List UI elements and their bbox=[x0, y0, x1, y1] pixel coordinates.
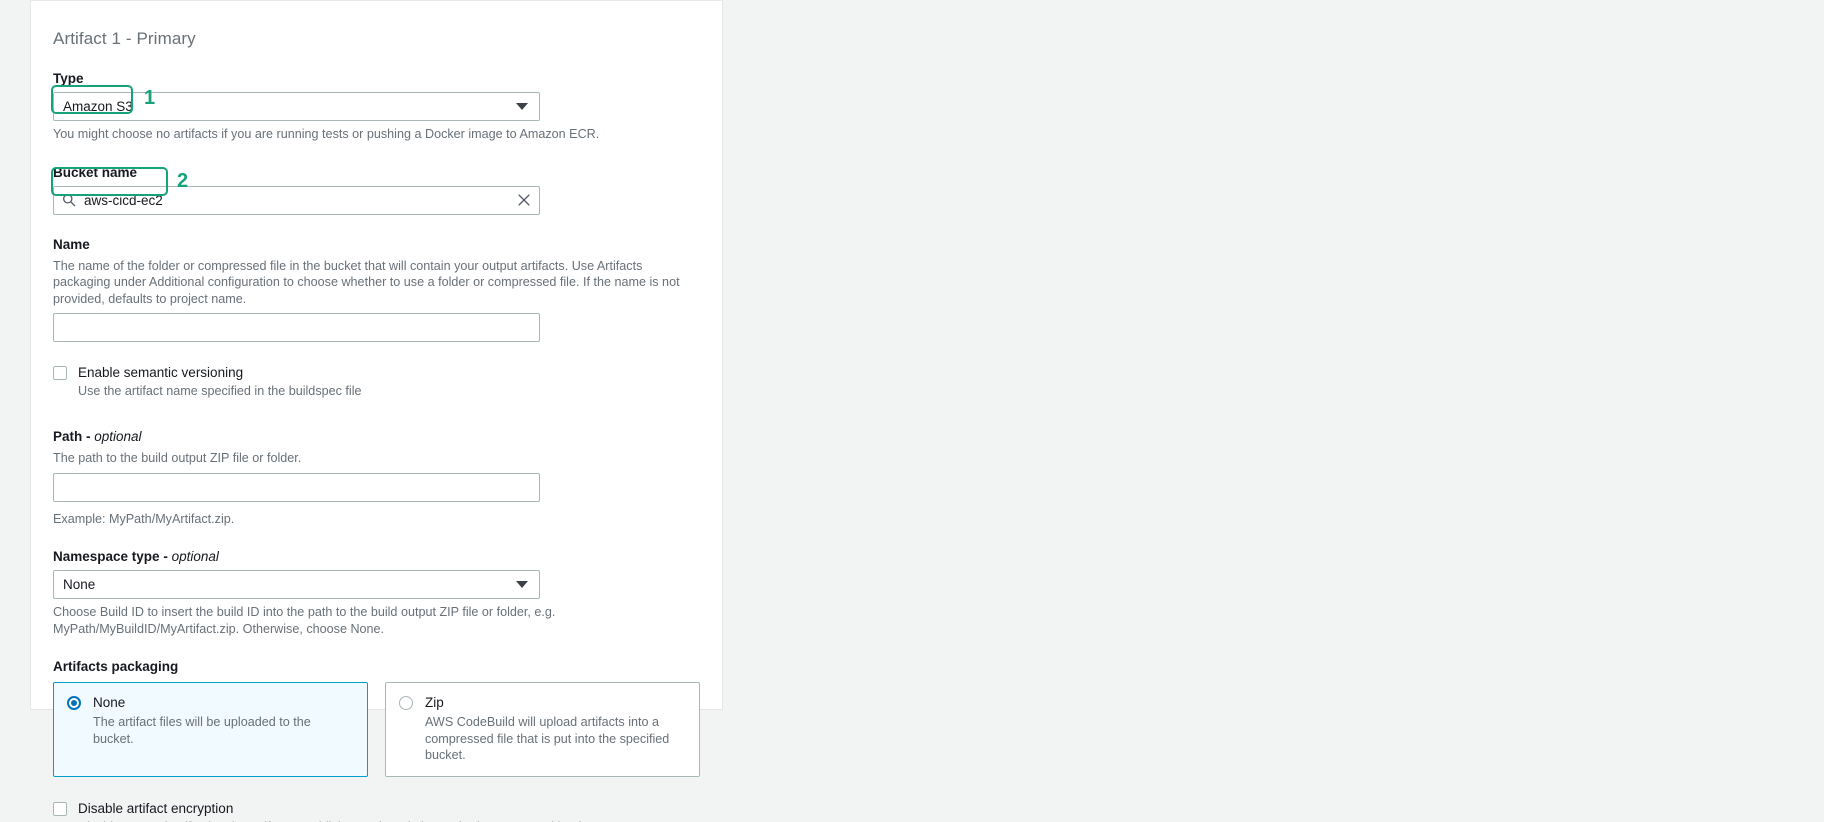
path-description: The path to the build output ZIP file or… bbox=[53, 451, 302, 465]
namespace-field-group: Namespace type - optional None Choose Bu… bbox=[53, 548, 700, 637]
packaging-none-description: The artifact files will be uploaded to t… bbox=[93, 715, 311, 746]
chevron-down-icon bbox=[516, 581, 528, 588]
path-label: Path - optional bbox=[53, 429, 142, 444]
disable-encryption-text: Disable artifact encryption Disable encr… bbox=[78, 800, 603, 822]
namespace-label: Namespace type - optional bbox=[53, 549, 219, 564]
page-title: Artifact 1 - Primary bbox=[53, 29, 196, 48]
path-label-text: Path bbox=[53, 429, 83, 444]
artifacts-packaging-options: None The artifact files will be uploaded… bbox=[53, 682, 700, 777]
path-optional-tag: optional bbox=[94, 429, 142, 444]
disable-encryption-description: Disable encryption if using the artifact… bbox=[78, 819, 603, 822]
screen-root: Artifact 1 - Primary Type Amazon S3 You … bbox=[0, 0, 1824, 822]
bucket-combo-row: aws-cicd-ec2 bbox=[53, 185, 540, 215]
packaging-none-title: None bbox=[93, 695, 126, 710]
name-label: Name bbox=[53, 236, 90, 252]
disable-encryption-row[interactable]: Disable artifact encryption Disable encr… bbox=[53, 800, 700, 822]
type-description: You might choose no artifacts if you are… bbox=[53, 127, 600, 141]
bucket-name-value: aws-cicd-ec2 bbox=[84, 192, 163, 208]
path-field-group: Path - optional The path to the build ou… bbox=[53, 428, 700, 527]
disable-encryption-checkbox[interactable] bbox=[53, 801, 67, 816]
annotation-number-1: 1 bbox=[144, 87, 156, 109]
packaging-option-none[interactable]: None The artifact files will be uploaded… bbox=[53, 682, 368, 777]
type-label: Type bbox=[53, 71, 84, 86]
path-example: Example: MyPath/MyArtifact.zip. bbox=[53, 511, 235, 526]
bucket-name-label: Bucket name bbox=[53, 164, 138, 180]
bucket-name-input[interactable]: aws-cicd-ec2 bbox=[53, 185, 540, 215]
packaging-none-radio[interactable] bbox=[67, 696, 81, 710]
annotation-number-2: 2 bbox=[177, 170, 189, 192]
semantic-versioning-label: Enable semantic versioning bbox=[78, 365, 244, 380]
chevron-down-icon bbox=[516, 103, 528, 110]
artifacts-packaging-label: Artifacts packaging bbox=[53, 659, 179, 674]
packaging-zip-description: AWS CodeBuild will upload artifacts into… bbox=[425, 715, 670, 762]
semantic-versioning-row[interactable]: Enable semantic versioning Use the artif… bbox=[53, 364, 700, 400]
packaging-zip-text: Zip AWS CodeBuild will upload artifacts … bbox=[425, 694, 686, 764]
close-icon[interactable] bbox=[517, 193, 531, 207]
artifact-config-panel: Artifact 1 - Primary Type Amazon S3 You … bbox=[30, 0, 723, 822]
packaging-none-text: None The artifact files will be uploaded… bbox=[93, 694, 354, 764]
name-description: The name of the folder or compressed fil… bbox=[53, 258, 680, 306]
semantic-versioning-checkbox[interactable] bbox=[53, 366, 67, 380]
name-input[interactable] bbox=[53, 313, 540, 342]
namespace-select[interactable]: None bbox=[53, 570, 540, 599]
semantic-versioning-text: Enable semantic versioning Use the artif… bbox=[78, 364, 362, 400]
namespace-label-text: Namespace type bbox=[53, 549, 160, 564]
disable-encryption-label: Disable artifact encryption bbox=[78, 800, 234, 816]
namespace-optional-tag: optional bbox=[171, 549, 219, 564]
packaging-zip-title: Zip bbox=[425, 695, 444, 710]
bucket-field-group: Bucket name aws-cicd-ec2 bbox=[53, 164, 700, 215]
type-select-value: Amazon S3 bbox=[63, 99, 133, 114]
name-field-group: Name The name of the folder or compresse… bbox=[53, 236, 700, 342]
packaging-option-zip[interactable]: Zip AWS CodeBuild will upload artifacts … bbox=[385, 682, 700, 777]
namespace-description: Choose Build ID to insert the build ID i… bbox=[53, 605, 556, 636]
namespace-select-value: None bbox=[63, 577, 96, 592]
type-select[interactable]: Amazon S3 bbox=[53, 92, 540, 121]
packaging-zip-radio[interactable] bbox=[399, 696, 413, 710]
semantic-versioning-description: Use the artifact name specified in the b… bbox=[78, 384, 362, 398]
artifacts-packaging-group: Artifacts packaging None The artifact fi… bbox=[53, 658, 700, 777]
path-input[interactable] bbox=[53, 472, 540, 502]
